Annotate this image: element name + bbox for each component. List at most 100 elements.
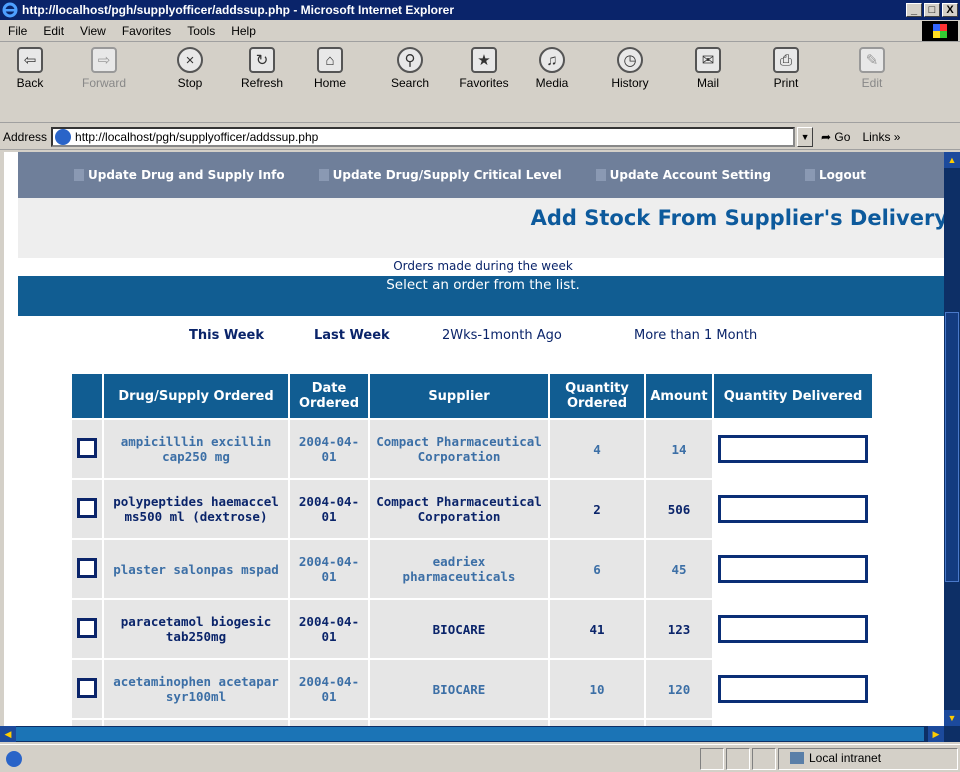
cell-quantity-delivered (714, 660, 872, 718)
orders-table: Drug/Supply Ordered Date Ordered Supplie… (70, 372, 874, 726)
scroll-left-icon[interactable]: ◀ (0, 726, 16, 742)
row-checkbox[interactable] (77, 557, 97, 578)
search-button[interactable]: ⚲ Search (380, 47, 440, 90)
cell-quantity-delivered (714, 540, 872, 598)
address-url: http://localhost/pgh/supplyofficer/addss… (75, 129, 319, 144)
intranet-icon (790, 752, 804, 764)
go-button[interactable]: ➦ Go (821, 130, 850, 144)
nav-label: Logout (818, 168, 866, 182)
cell-amount: 45 (646, 540, 712, 598)
menu-tools[interactable]: Tools (179, 24, 223, 38)
row-checkbox[interactable] (77, 677, 97, 698)
cell-drug: paracetamol biogesic tab250mg (104, 600, 288, 658)
mail-icon: ✉ (695, 47, 721, 73)
row-checkbox[interactable] (77, 437, 97, 458)
back-arrow-icon: ⇦ (17, 47, 43, 73)
back-label: Back (16, 76, 44, 90)
mail-button[interactable]: ✉ Mail (678, 47, 738, 90)
cell-drug: ampicilllin excillin cap250 mg (104, 420, 288, 478)
refresh-button[interactable]: ↻ Refresh (232, 47, 292, 90)
tab-2wks-1month[interactable]: 2Wks-1month Ago (442, 328, 562, 343)
scroll-right-icon[interactable]: ▶ (928, 726, 944, 742)
close-button[interactable]: X (942, 3, 958, 17)
table-row: paracetamol biogesic tab250mg 2004-04-01 B… (72, 600, 872, 658)
cell-quantity-ordered: 4 (550, 420, 644, 478)
header-quantity-ordered: Quantity Ordered (550, 374, 644, 418)
table-row: ampicilllin excillin cap250 mg 2004-04-01… (72, 420, 872, 478)
quantity-delivered-input[interactable] (718, 675, 868, 703)
header-drug: Drug/Supply Ordered (104, 374, 288, 418)
row-checkbox[interactable] (77, 497, 97, 518)
tab-more-than-1-month[interactable]: More than 1 Month (634, 328, 757, 343)
page-heading-band: Add Stock From Supplier's Delivery (18, 198, 944, 258)
quantity-delivered-input[interactable] (718, 495, 868, 523)
cell-quantity-delivered (714, 420, 872, 478)
address-dropdown-button[interactable]: ▼ (797, 126, 814, 147)
menu-help[interactable]: Help (223, 24, 264, 38)
edit-button[interactable]: ✎ Edit (842, 47, 902, 90)
nav-logout[interactable]: Logout (804, 168, 866, 182)
favorites-star-icon: ★ (471, 47, 497, 73)
row-select-cell (72, 600, 102, 658)
tab-last-week[interactable]: Last Week (314, 328, 390, 343)
favorites-button[interactable]: ★ Favorites (454, 47, 514, 90)
menu-favorites[interactable]: Favorites (114, 24, 179, 38)
print-button[interactable]: ⎙ Print (756, 47, 816, 90)
nav-bullet-icon (804, 169, 815, 181)
nav-update-account-setting[interactable]: Update Account Setting (595, 168, 771, 182)
status-cell (726, 748, 750, 770)
cell-quantity-delivered (714, 600, 872, 658)
home-icon: ⌂ (317, 47, 343, 73)
horizontal-scroll-thumb[interactable] (16, 727, 924, 741)
home-button[interactable]: ⌂ Home (300, 47, 360, 90)
menu-view[interactable]: View (72, 24, 114, 38)
header-quantity-delivered: Quantity Delivered (714, 374, 872, 418)
nav-update-drug-supply-info[interactable]: Update Drug and Supply Info (74, 168, 285, 182)
vertical-scrollbar[interactable]: ▲ ▼ (944, 152, 960, 726)
cell-date: 2004-04-01 (290, 420, 368, 478)
search-icon: ⚲ (397, 47, 423, 73)
table-row: polypeptides haemaccel ms500 ml (dextros… (72, 480, 872, 538)
cell-quantity-ordered: 10 (550, 660, 644, 718)
cell-date: 2004-04-01 (290, 540, 368, 598)
quantity-delivered-input[interactable] (718, 555, 868, 583)
cell-date: 2004-04-01 (290, 600, 368, 658)
stop-button[interactable]: × Stop (160, 47, 220, 90)
maximize-button[interactable]: □ (924, 3, 940, 17)
cell-drug: plaster salonpas mspad (104, 540, 288, 598)
scroll-down-icon[interactable]: ▼ (944, 710, 960, 726)
menu-file[interactable]: File (0, 24, 35, 38)
cell-amount: 14 (646, 420, 712, 478)
quantity-delivered-input[interactable] (718, 615, 868, 643)
search-label: Search (390, 76, 430, 90)
home-label: Home (313, 76, 346, 90)
menu-edit[interactable]: Edit (35, 24, 72, 38)
header-supplier: Supplier (370, 374, 548, 418)
status-cell (752, 748, 776, 770)
edit-label: Edit (861, 76, 883, 90)
scroll-up-icon[interactable]: ▲ (944, 152, 960, 168)
go-label: Go (834, 129, 851, 144)
table-row: plaster salonpas mspad 2004-04-01 eadriex … (72, 540, 872, 598)
vertical-scroll-thumb[interactable] (945, 312, 959, 582)
forward-button[interactable]: ⇨ Forward (74, 47, 134, 90)
links-label: Links (862, 129, 891, 144)
back-button[interactable]: ⇦ Back (0, 47, 60, 90)
top-nav: Update Drug and Supply Info Update Drug/… (18, 152, 944, 198)
forward-arrow-icon: ⇨ (91, 47, 117, 73)
instruction-bar: Select an order from the list. (18, 276, 944, 316)
horizontal-scrollbar[interactable]: ◀ ▶ (0, 726, 960, 742)
print-label: Print (773, 76, 799, 90)
address-input[interactable]: http://localhost/pgh/supplyofficer/addss… (51, 126, 796, 147)
tab-this-week[interactable]: This Week (189, 328, 264, 343)
history-button[interactable]: ◷ History (600, 47, 660, 90)
quantity-delivered-input[interactable] (718, 435, 868, 463)
media-button[interactable]: ♫ Media (522, 47, 582, 90)
links-button[interactable]: Links » (862, 130, 900, 144)
minimize-button[interactable]: _ (906, 3, 922, 17)
row-checkbox[interactable] (77, 617, 97, 638)
header-date: Date Ordered (290, 374, 368, 418)
nav-update-critical-level[interactable]: Update Drug/Supply Critical Level (318, 168, 562, 182)
refresh-label: Refresh (240, 76, 284, 90)
cell-quantity-ordered: 41 (550, 600, 644, 658)
